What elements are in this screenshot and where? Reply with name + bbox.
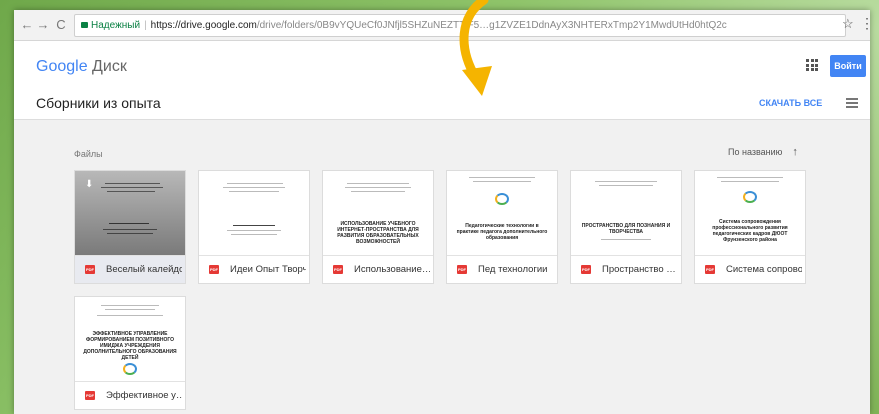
section-label: Файлы [74,149,103,159]
file-caption: PDF Использование… [323,256,433,283]
reload-icon[interactable]: C [54,17,68,32]
file-name: Веселый калейдоскоп [106,264,182,275]
thumbnail-title: ИСПОЛЬЗОВАНИЕ УЧЕБНОГО ИНТЕРНЕТ-ПРОСТРАН… [337,221,419,245]
pdf-icon: PDF [209,265,219,274]
emblem-icon [743,191,757,203]
secure-label: Надежный [91,20,141,31]
file-name: Пространство … [602,264,676,275]
file-caption: PDF Система сопровождения [695,256,805,283]
file-name: Эффективное у… [106,390,182,401]
file-thumbnail: ⬇ [75,171,185,256]
forward-icon[interactable]: → [36,17,50,32]
download-all-button[interactable]: СКАЧАТЬ ВСЕ [759,98,822,108]
lock-icon [81,22,88,28]
file-card[interactable]: ИСПОЛЬЗОВАНИЕ УЧЕБНОГО ИНТЕРНЕТ-ПРОСТРАН… [322,170,434,284]
emblem-icon [123,363,137,375]
pdf-icon: PDF [333,265,343,274]
file-thumbnail: ЭФФЕКТИВНОЕ УПРАВЛЕНИЕ ФОРМИРОВАНИЕМ ПОЗ… [75,297,185,382]
thumbnail-title: ЭФФЕКТИВНОЕ УПРАВЛЕНИЕ ФОРМИРОВАНИЕМ ПОЗ… [83,331,177,361]
browser-window: ← → C Надежный | https://drive.google.com/… [14,10,874,414]
apps-icon[interactable] [806,59,818,71]
app-header: Google Диск Войти [14,41,870,91]
list-view-icon[interactable] [846,98,858,110]
back-icon[interactable]: ← [20,17,34,32]
file-thumbnail: ПРОСТРАНСТВО ДЛЯ ПОЗНАНИЯ И ТВОРЧЕСТВА [571,171,681,256]
download-icon[interactable]: ⬇ [85,179,93,190]
thumbnail-title: Система сопровождения профессионального … [712,219,788,243]
file-name: Идеи Опыт Творчество [230,264,306,275]
file-thumbnail: Педагогические технологии в практике пед… [447,171,557,256]
emblem-icon [495,193,509,205]
file-card[interactable]: Педагогические технологии в практике пед… [446,170,558,284]
file-name: Использование… [354,264,430,275]
file-card[interactable]: Система сопровождения профессионального … [694,170,806,284]
pdf-icon: PDF [581,265,591,274]
sort-label: По названию [728,147,783,157]
menu-icon[interactable]: ⋮ [860,15,874,32]
signin-button[interactable]: Войти [830,55,866,77]
url-path: /drive/folders/0B9vYQUeCf0JNfjl5SHZuNEZT… [256,20,727,31]
star-icon[interactable]: ☆ [842,16,854,32]
pdf-icon: PDF [85,265,95,274]
folder-title: Сборники из опыта [36,95,161,111]
file-card[interactable]: ЭФФЕКТИВНОЕ УПРАВЛЕНИЕ ФОРМИРОВАНИЕМ ПОЗ… [74,296,186,410]
url-host: https://drive.google.com [150,20,257,31]
sort-control[interactable]: По названию ↑ [728,146,798,158]
file-grid: Файлы По названию ↑ ⬇ PDF Веселый калейдо… [14,120,870,414]
file-thumbnail: ИСПОЛЬЗОВАНИЕ УЧЕБНОГО ИНТЕРНЕТ-ПРОСТРАН… [323,171,433,256]
sort-arrow-icon[interactable]: ↑ [792,146,798,158]
file-thumbnail [199,171,309,256]
file-caption: PDF Эффективное у… [75,382,185,409]
url-field[interactable]: Надежный | https://drive.google.com/drive/… [74,14,846,37]
file-thumbnail: Система сопровождения профессионального … [695,171,805,256]
pdf-icon: PDF [705,265,715,274]
file-card[interactable]: PDF Идеи Опыт Творчество [198,170,310,284]
pdf-icon: PDF [457,265,467,274]
file-caption: PDF Веселый калейдоскоп [75,256,185,283]
file-caption: PDF Идеи Опыт Творчество [199,256,309,283]
logo-google: Google [36,58,88,75]
thumbnail-title: Педагогические технологии в практике пед… [456,223,548,241]
drive-logo[interactable]: Google Диск [36,58,127,76]
file-card[interactable]: ⬇ PDF Веселый калейдоскоп [74,170,186,284]
file-caption: PDF Пространство … [571,256,681,283]
thumbnail-title: ПРОСТРАНСТВО ДЛЯ ПОЗНАНИЯ И ТВОРЧЕСТВА [581,223,671,235]
file-card[interactable]: ПРОСТРАНСТВО ДЛЯ ПОЗНАНИЯ И ТВОРЧЕСТВА P… [570,170,682,284]
address-bar: ← → C Надежный | https://drive.google.com/… [14,10,874,41]
file-name: Система сопровождения [726,264,802,275]
folder-toolbar: Сборники из опыта СКАЧАТЬ ВСЕ [14,91,870,120]
file-name: Пед технологии [478,264,548,275]
file-caption: PDF Пед технологии [447,256,557,283]
pdf-icon: PDF [85,391,95,400]
logo-product: Диск [92,58,127,75]
